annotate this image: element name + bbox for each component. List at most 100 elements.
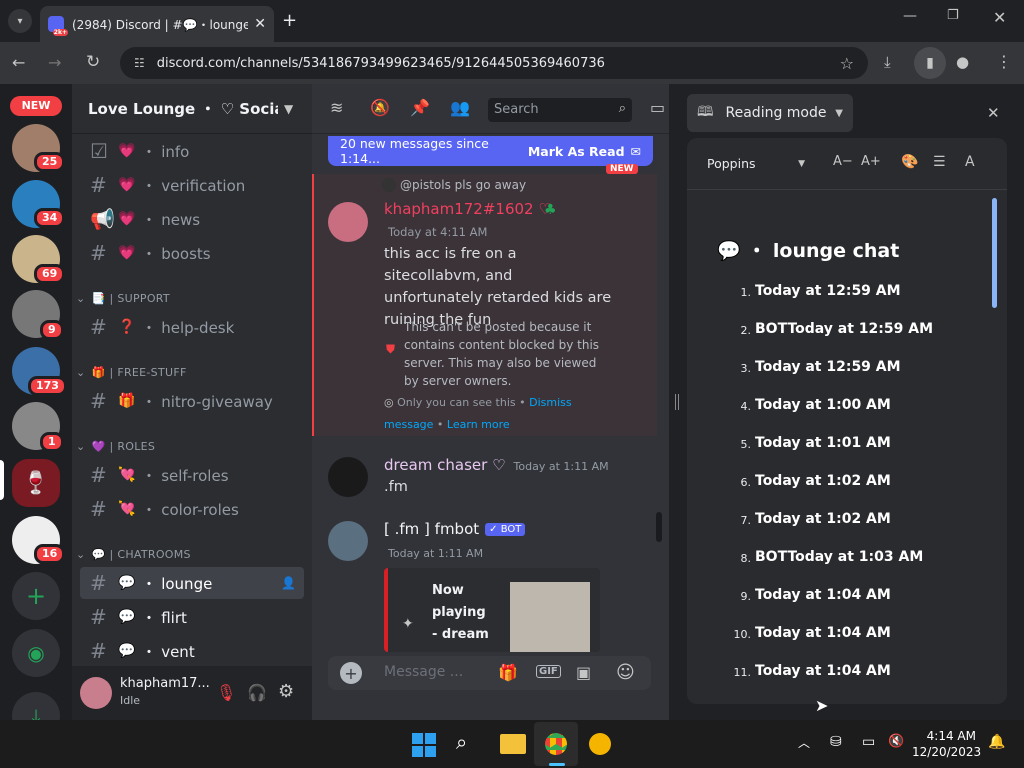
- list-item: 3. Today at 12:59 AM: [740, 359, 901, 375]
- channel-self-roles[interactable]: # 💘 ・ self-roles: [80, 459, 304, 491]
- category-free-stuff[interactable]: ⌄ 🎁 | FREE-STUFF: [76, 366, 187, 379]
- member-list-icon[interactable]: 👥: [450, 98, 470, 117]
- file-explorer-icon[interactable]: [500, 734, 526, 754]
- clock[interactable]: 4:14 AM 12/20/2023: [912, 728, 981, 760]
- close-panel-icon[interactable]: ✕: [987, 104, 1000, 122]
- letter-spacing-icon[interactable]: A: [965, 154, 975, 170]
- category-label: | CHATROOMS: [109, 548, 191, 561]
- album-art[interactable]: [510, 582, 590, 652]
- font-select[interactable]: Poppins ▼: [707, 156, 805, 171]
- channel-flirt[interactable]: # 💬 ・ flirt: [80, 601, 304, 633]
- explore-icon[interactable]: ◉: [12, 629, 60, 677]
- gift-icon[interactable]: 🎁: [498, 663, 518, 682]
- volume-muted-icon[interactable]: 🔇: [888, 734, 904, 749]
- new-tab-icon[interactable]: +: [282, 10, 297, 31]
- mark-as-read-button[interactable]: Mark As Read: [528, 144, 625, 159]
- channel-nitro-giveaway[interactable]: # 🎁 ・ nitro-giveaway: [80, 385, 304, 417]
- reader-scrollbar[interactable]: [992, 198, 997, 308]
- avatar[interactable]: [328, 202, 368, 242]
- url-field[interactable]: ☷ discord.com/channels/53418679349962346…: [120, 47, 868, 79]
- category-label: | SUPPORT: [109, 292, 170, 305]
- message-author[interactable]: dream chaser ♡ Today at 1:11 AM: [384, 456, 609, 474]
- inbox-icon[interactable]: ▭: [650, 98, 665, 117]
- gif-button[interactable]: GIF: [536, 665, 561, 678]
- book-icon: 📑: [91, 292, 106, 305]
- bookmark-star-icon[interactable]: ☆: [840, 54, 854, 73]
- invite-user-icon[interactable]: 👤: [281, 576, 296, 590]
- search-icon[interactable]: ⌕: [456, 730, 467, 754]
- server-header[interactable]: Love Lounge ・ ♡ Socia ▼: [72, 84, 312, 134]
- server-badge: 16: [34, 544, 66, 564]
- tab-close-icon[interactable]: ✕: [254, 16, 266, 32]
- channel-lounge[interactable]: # 💬 ・ lounge 👤: [80, 567, 304, 599]
- chrome-canary-icon[interactable]: [589, 733, 611, 755]
- category-chatrooms[interactable]: ⌄ 💬 | CHATROOMS: [76, 548, 191, 561]
- browser-tab[interactable]: 2k+ (2984) Discord | #💬・lounge | L ✕: [40, 6, 274, 42]
- forward-icon[interactable]: →: [48, 53, 61, 72]
- avatar[interactable]: [80, 677, 112, 709]
- emoji-icon[interactable]: ☺: [616, 662, 635, 683]
- add-server-icon[interactable]: +: [12, 572, 60, 620]
- channel-vent[interactable]: # 💬 ・ vent: [80, 635, 304, 667]
- start-icon[interactable]: [412, 733, 436, 757]
- list-item: 4. Today at 1:00 AM: [740, 397, 891, 413]
- threads-icon[interactable]: ≋: [330, 98, 343, 117]
- user-name[interactable]: khapham17...: [120, 676, 210, 691]
- decrease-font-icon[interactable]: A−: [833, 154, 853, 169]
- category-roles[interactable]: ⌄ 💜 | ROLES: [76, 440, 155, 453]
- minimize-icon[interactable]: —: [902, 8, 918, 24]
- settings-gear-icon[interactable]: ⚙: [278, 681, 294, 702]
- channel-verification[interactable]: # 💗 ・ verification: [80, 169, 304, 201]
- category-support[interactable]: ⌄ 📑 | SUPPORT: [76, 292, 170, 305]
- close-window-icon[interactable]: ✕: [993, 8, 1006, 27]
- add-attachment-icon[interactable]: +: [340, 662, 362, 684]
- reply-preview[interactable]: @pistols pls go away: [382, 178, 526, 192]
- notification-mute-icon[interactable]: 🔕: [370, 98, 390, 117]
- channel-color-roles[interactable]: # 💘 ・ color-roles: [80, 493, 304, 525]
- avatar[interactable]: [328, 457, 368, 497]
- color-palette-icon[interactable]: 🎨: [901, 154, 918, 170]
- address-bar-row: ← → ↻ ☷ discord.com/channels/53418679349…: [0, 42, 1024, 84]
- learn-more-link[interactable]: Learn more: [447, 418, 510, 431]
- download-apps-icon[interactable]: ⤓: [12, 692, 60, 720]
- side-panel-icon[interactable]: ▮: [914, 47, 946, 79]
- scrollbar[interactable]: [656, 512, 662, 542]
- channel-info[interactable]: ☑ 💗 ・ info: [80, 135, 304, 167]
- mute-icon[interactable]: 🎙: [216, 683, 236, 702]
- channel-news[interactable]: 📢 💗 ・ news: [80, 203, 304, 235]
- channel-help-desk[interactable]: # ❓ ・ help-desk: [80, 311, 304, 343]
- tray-chevron-icon[interactable]: ︿: [798, 734, 810, 751]
- menu-dots-icon[interactable]: ⋮: [996, 52, 1012, 71]
- channel-boosts[interactable]: # 💗 ・ boosts: [80, 237, 304, 269]
- line-spacing-icon[interactable]: ☰: [933, 154, 946, 170]
- author-name: dream chaser ♡: [384, 456, 506, 474]
- speech-bubble-icon: 💬: [91, 548, 106, 561]
- message-author[interactable]: khapham172#1602 ♡: [384, 200, 552, 218]
- pin-icon[interactable]: 📌: [410, 98, 430, 117]
- sticker-icon[interactable]: ▣: [576, 663, 591, 682]
- dismiss-link[interactable]: Dismiss: [529, 396, 572, 409]
- avatar[interactable]: [328, 521, 368, 561]
- reload-icon[interactable]: ↻: [86, 52, 100, 72]
- profile-icon[interactable]: ●: [956, 53, 969, 71]
- notification-bell-icon[interactable]: 🔔: [988, 734, 1005, 750]
- increase-font-icon[interactable]: A+: [861, 154, 881, 169]
- search-input[interactable]: Search ⌕: [488, 98, 632, 122]
- message-author[interactable]: [ .fm ] fmbot ✓ BOT: [384, 520, 526, 538]
- site-info-icon[interactable]: ☷: [134, 56, 145, 70]
- new-messages-bar[interactable]: 20 new messages since 1:14... Mark As Re…: [328, 136, 653, 166]
- message-composer[interactable]: + Message ... 🎁 GIF ▣ ☺: [328, 656, 651, 690]
- back-icon[interactable]: ←: [12, 53, 25, 72]
- download-icon[interactable]: ⤓: [884, 53, 891, 71]
- maximize-icon[interactable]: ❐: [947, 8, 959, 23]
- tab-search-icon[interactable]: ▾: [8, 9, 32, 33]
- resize-handle[interactable]: [675, 394, 679, 410]
- reading-mode-dropdown[interactable]: 🕮 Reading mode ▼: [687, 94, 853, 132]
- love-lounge-server-icon[interactable]: 🍷: [12, 459, 60, 507]
- display-icon[interactable]: ▭: [862, 734, 875, 750]
- headphones-icon[interactable]: 🎧: [247, 683, 267, 702]
- network-icon[interactable]: ⛁: [830, 734, 842, 750]
- user-status: Idle: [120, 694, 141, 707]
- new-messages-text: 20 new messages since 1:14...: [340, 136, 489, 166]
- message-link[interactable]: message: [384, 418, 433, 431]
